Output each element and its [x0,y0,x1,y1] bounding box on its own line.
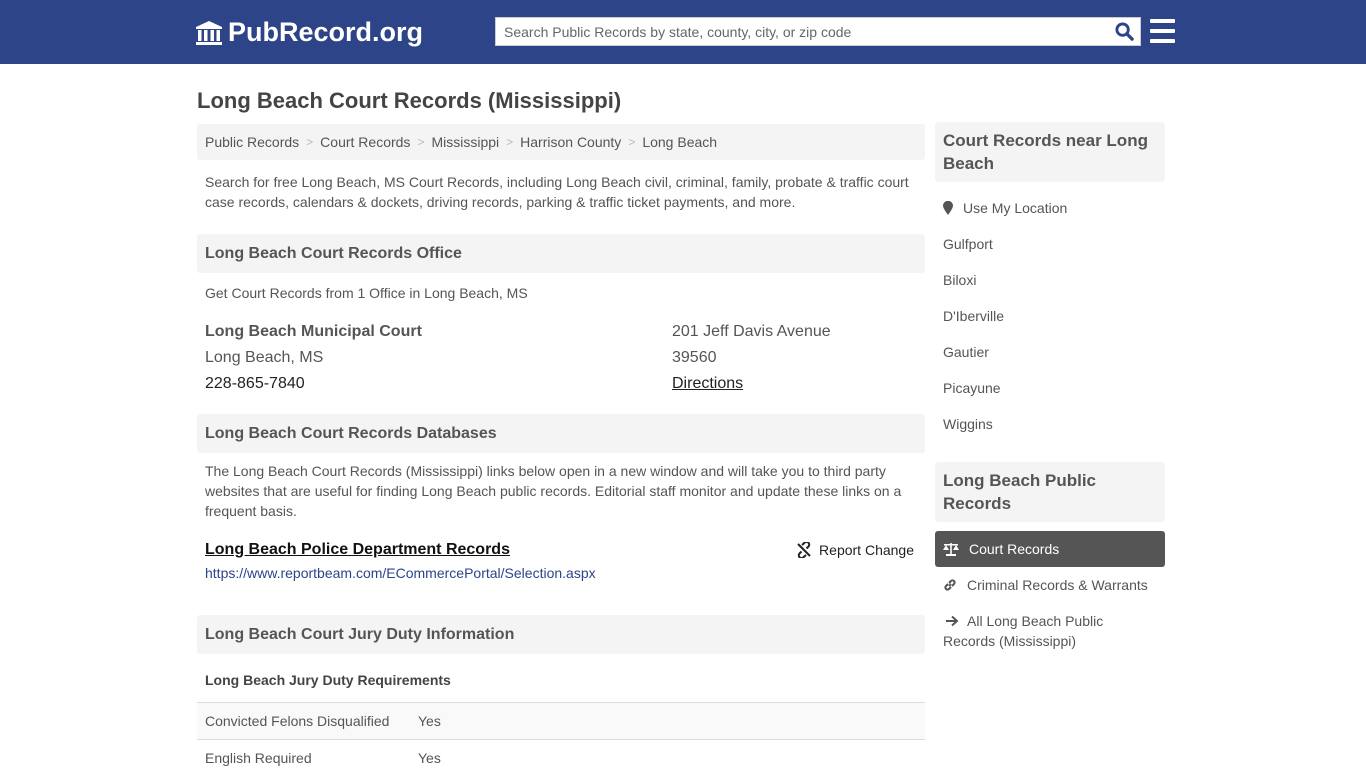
hamburger-menu-icon[interactable] [1150,19,1175,43]
sidebar-item-criminal-records[interactable]: Criminal Records & Warrants [935,567,1165,603]
main-content: Public Records > Court Records > Mississ… [197,124,925,776]
nearby-city-link[interactable]: Gulfport [935,226,1165,262]
sidebar: Court Records near Long Beach Use My Loc… [935,122,1165,651]
office-card: Long Beach Municipal Court Long Beach, M… [197,319,925,397]
use-my-location-button[interactable]: Use My Location [935,190,1165,226]
office-subtitle: Get Court Records from 1 Office in Long … [205,285,528,301]
site-logo[interactable]: PubRecord.org [195,17,423,48]
public-records-heading: Long Beach Public Records [935,462,1165,522]
breadcrumb-mississippi[interactable]: Mississippi [431,134,499,150]
nearby-city-link[interactable]: Biloxi [935,262,1165,298]
office-city-state: Long Beach, MS [205,349,324,366]
jury-table-row: Convicted Felons Disqualified Yes [197,702,925,739]
databases-section-heading: Long Beach Court Records Databases [197,414,925,453]
search-icon [1114,22,1134,41]
report-change-label: Report Change [819,542,914,558]
office-name: Long Beach Municipal Court [205,323,422,340]
office-address: 201 Jeff Davis Avenue [672,323,831,340]
use-my-location-label: Use My Location [963,200,1068,216]
jury-requirement-value: Yes [418,713,441,729]
link-icon [944,579,956,591]
breadcrumb-separator: > [306,135,314,149]
scale-icon [943,543,959,556]
nearby-city-link[interactable]: Gautier [935,334,1165,370]
nearby-city-link[interactable]: Wiggins [935,406,1165,442]
logo-text: PubRecord.org [228,17,424,47]
intro-text: Search for free Long Beach, MS Court Rec… [205,174,909,210]
jury-requirement-label: English Required [205,750,312,766]
jury-requirements-heading: Long Beach Jury Duty Requirements [205,672,451,688]
breadcrumb: Public Records > Court Records > Mississ… [197,124,925,160]
nearby-city-link[interactable]: D'Iberville [935,298,1165,334]
report-change-button[interactable]: Report Change [796,542,914,558]
page-title: Long Beach Court Records (Mississippi) [197,88,622,113]
sidebar-item-label: All Long Beach Public Records (Mississip… [943,613,1104,649]
directions-link[interactable]: Directions [672,375,743,392]
office-section-heading: Long Beach Court Records Office [197,234,925,273]
breadcrumb-long-beach[interactable]: Long Beach [642,134,717,150]
jury-requirement-label: Convicted Felons Disqualified [205,713,390,729]
broken-link-icon [797,542,811,558]
top-navbar: PubRecord.org [0,0,1366,64]
jury-table-row: English Required Yes [197,739,925,776]
courthouse-icon [196,20,222,45]
search-box [495,17,1141,46]
database-link-item: Long Beach Police Department Records Rep… [197,541,925,559]
sidebar-item-label: Court Records [969,541,1060,557]
arrow-right-icon [946,615,959,627]
nearby-city-link[interactable]: Picayune [935,370,1165,406]
nearby-heading: Court Records near Long Beach [935,122,1165,182]
jury-requirement-value: Yes [418,750,441,766]
breadcrumb-separator: > [417,135,425,149]
sidebar-item-label: Criminal Records & Warrants [967,577,1148,593]
database-link-url[interactable]: https://www.reportbeam.com/ECommercePort… [197,565,925,581]
office-zip: 39560 [672,349,717,366]
databases-description: The Long Beach Court Records (Mississipp… [205,463,902,519]
breadcrumb-court-records[interactable]: Court Records [320,134,410,150]
breadcrumb-public-records[interactable]: Public Records [205,134,299,150]
database-link-title[interactable]: Long Beach Police Department Records [205,541,510,559]
breadcrumb-harrison-county[interactable]: Harrison County [520,134,621,150]
breadcrumb-separator: > [506,135,514,149]
sidebar-item-all-public-records[interactable]: All Long Beach Public Records (Mississip… [935,603,1165,651]
search-button[interactable] [1108,18,1140,45]
map-marker-icon [943,201,953,215]
search-input[interactable] [496,18,1108,45]
sidebar-item-court-records[interactable]: Court Records [935,531,1165,567]
breadcrumb-separator: > [628,135,636,149]
jury-section-heading: Long Beach Court Jury Duty Information [197,615,925,654]
office-phone[interactable]: 228-865-7840 [205,375,305,392]
